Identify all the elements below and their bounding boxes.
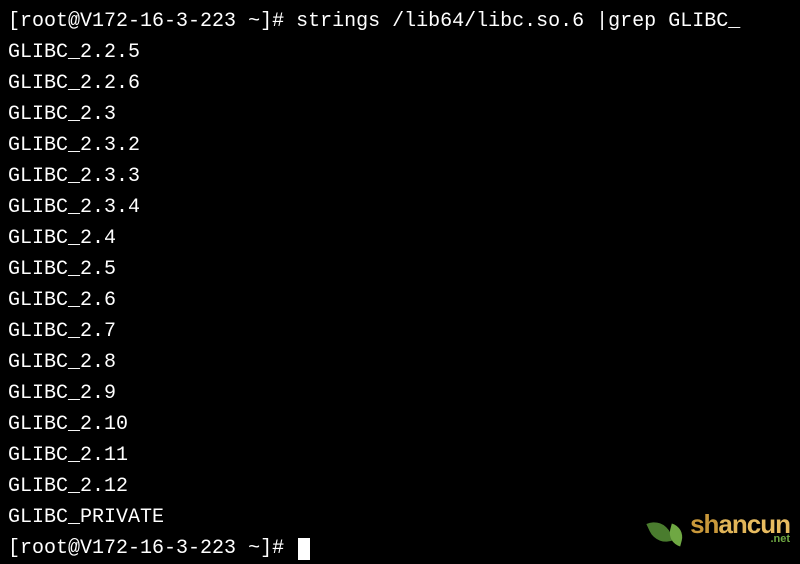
output-line: GLIBC_2.5 [8, 254, 792, 285]
output-line: GLIBC_2.6 [8, 285, 792, 316]
prompt-open-bracket: [ [8, 537, 20, 560]
prompt-close-bracket: ] [260, 10, 272, 33]
output-line: GLIBC_2.7 [8, 316, 792, 347]
prompt-space [236, 537, 248, 560]
prompt-user-host: root@V172-16-3-223 [20, 10, 236, 33]
output-line: GLIBC_2.10 [8, 409, 792, 440]
command-text: strings /lib64/libc.so.6 |grep GLIBC_ [284, 10, 740, 33]
command-line-2[interactable]: [root@V172-16-3-223 ~]# [8, 533, 792, 564]
output-line: GLIBC_2.3.3 [8, 161, 792, 192]
cursor-block [298, 538, 310, 560]
prompt-hash: # [272, 10, 284, 33]
prompt-hash: # [272, 537, 284, 560]
output-line: GLIBC_PRIVATE [8, 502, 792, 533]
output-line: GLIBC_2.3.4 [8, 192, 792, 223]
output-line: GLIBC_2.3.2 [8, 130, 792, 161]
command-input[interactable] [284, 537, 296, 560]
output-line: GLIBC_2.2.5 [8, 37, 792, 68]
output-line: GLIBC_2.11 [8, 440, 792, 471]
output-line: GLIBC_2.12 [8, 471, 792, 502]
output-line: GLIBC_2.8 [8, 347, 792, 378]
prompt-space [236, 10, 248, 33]
prompt-tilde: ~ [248, 10, 260, 33]
command-line-1: [root@V172-16-3-223 ~]# strings /lib64/l… [8, 6, 792, 37]
output-line: GLIBC_2.3 [8, 99, 792, 130]
output-line: GLIBC_2.2.6 [8, 68, 792, 99]
prompt-open-bracket: [ [8, 10, 20, 33]
prompt-close-bracket: ] [260, 537, 272, 560]
prompt-user-host: root@V172-16-3-223 [20, 537, 236, 560]
prompt-tilde: ~ [248, 537, 260, 560]
output-line: GLIBC_2.4 [8, 223, 792, 254]
output-line: GLIBC_2.9 [8, 378, 792, 409]
